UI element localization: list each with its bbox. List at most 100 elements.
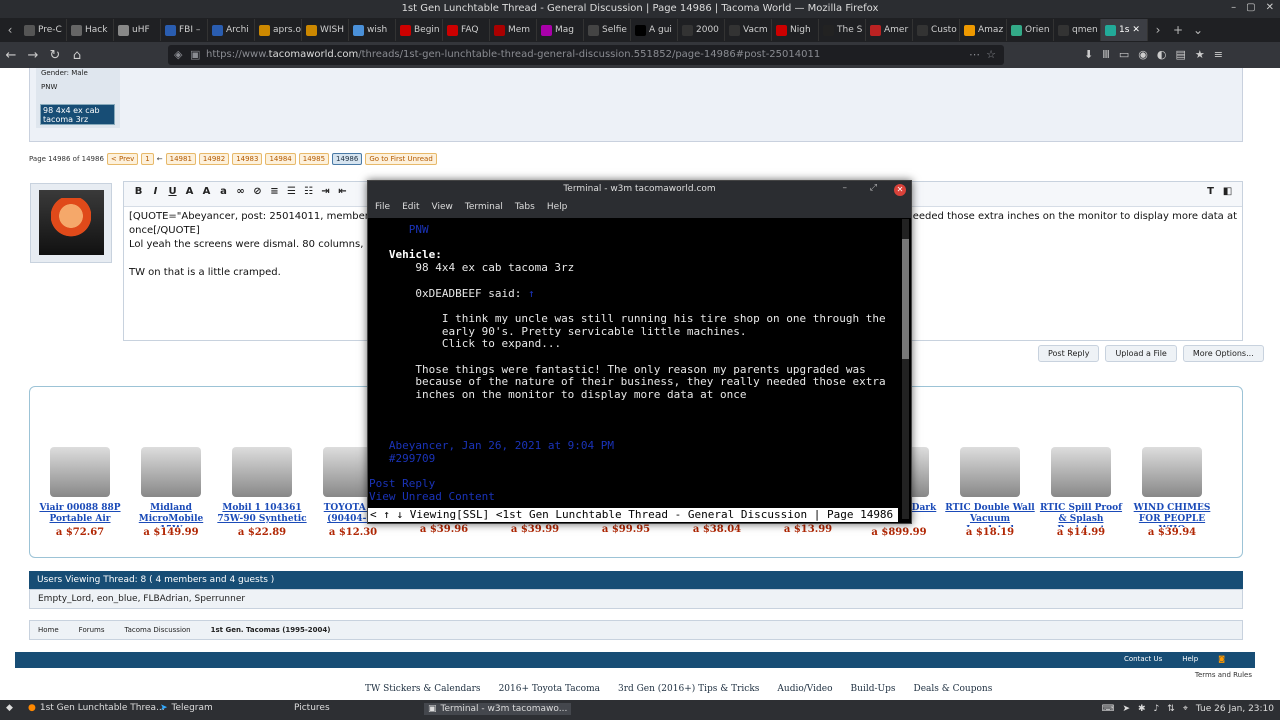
bluetooth-icon[interactable]: ✱ [1138,704,1146,714]
bookmark-star-icon[interactable]: ☆ [986,48,996,61]
new-tab-icon[interactable]: + [1168,23,1188,37]
browser-tab[interactable]: FAQ [443,19,490,41]
save-icon[interactable]: ▤ [1175,48,1185,61]
more-options-button[interactable]: More Options... [1182,345,1264,362]
product-card[interactable]: RTIC Double Wall Vacuum Insulateda $18.1… [945,447,1035,538]
jump-back-icon[interactable]: ← [157,155,163,163]
product-image[interactable] [1051,447,1111,497]
reload-icon[interactable]: ↻ [44,48,66,63]
terminal-menu-file[interactable]: File [375,202,390,215]
font-size-icon[interactable]: A [200,186,213,202]
product-name[interactable]: RTIC Double Wall Vacuum Insulated [945,503,1035,527]
browser-tab[interactable]: Vacm [725,19,772,41]
outdent-icon[interactable]: ⇤ [336,186,349,202]
product-name[interactable]: Mobil 1 104361 75W-90 Synthetic [217,503,307,527]
viewers-list[interactable]: Empty_Lord, eon_blue, FLBAdrian, Sperrun… [29,589,1243,609]
terminal-window[interactable]: Terminal - w3m tacomaworld.com – ⤢ ✕ Fil… [367,180,912,524]
page-link[interactable]: 14985 [298,153,330,165]
unlink-icon[interactable]: ⊘ [251,186,264,202]
product-name[interactable]: Midland MicroMobile 15W [126,503,216,527]
browser-tab[interactable]: Amer [866,19,913,41]
terminal-window-controls[interactable]: – ⤢ [842,183,887,193]
extension-icon[interactable]: ◉ [1138,48,1148,61]
product-name[interactable]: RTIC Spill Proof & Splash Resistant [1036,503,1126,527]
browser-tab[interactable]: Orien [1007,19,1054,41]
location-icon[interactable]: ⌖ [1183,704,1188,714]
browser-tab[interactable]: Hack [67,19,114,41]
terminal-menu-help[interactable]: Help [547,202,568,215]
font-family-icon[interactable]: a [217,186,230,202]
browser-tab[interactable]: Mag [537,19,584,41]
telegram-tray-icon[interactable]: ➤ [1122,704,1130,714]
remove-format-icon[interactable]: T [1204,186,1217,202]
home-icon[interactable]: ⌂ [66,48,88,63]
minimize-icon[interactable]: – [1231,2,1236,13]
volume-icon[interactable]: ♪ [1154,704,1160,714]
page-link[interactable]: 14986 [332,153,363,165]
back-icon[interactable]: ← [0,48,22,63]
page-link[interactable]: 14984 [265,153,296,165]
product-card[interactable]: Viair 00088 88P Portable Air a $72.67 [35,447,125,538]
help-link[interactable]: Help [1182,655,1198,663]
page-actions-icon[interactable]: ⋯ [969,48,980,61]
browser-tab[interactable]: Archi [208,19,255,41]
taskbar-pictures[interactable]: Pictures [294,703,330,713]
first-unread-button[interactable]: Go to First Unread [365,153,437,165]
tab-scroll-right-icon[interactable]: › [1148,23,1168,37]
italic-icon[interactable]: I [149,186,162,202]
link-icon[interactable]: ∞ [234,186,247,202]
page-link[interactable]: 14983 [232,153,263,165]
terminal-menu-tabs[interactable]: Tabs [515,202,535,215]
browser-tab[interactable]: Mem [490,19,537,41]
product-image[interactable] [141,447,201,497]
terminal-menu-edit[interactable]: Edit [402,202,419,215]
url-bar[interactable]: ◈ ▣ https://www.tacomaworld.com/threads/… [168,45,1004,65]
product-image[interactable] [960,447,1020,497]
browser-tab[interactable]: Begin [396,19,443,41]
underline-icon[interactable]: U [166,186,179,202]
taskbar-telegram[interactable]: ➤ Telegram [160,703,213,713]
product-name[interactable]: Viair 00088 88P Portable Air [35,503,125,527]
footer-link[interactable]: 3rd Gen (2016+) Tips & Tricks [618,684,759,694]
term-quote-link[interactable]: ↑ [528,287,535,300]
keyboard-icon[interactable]: ⌨ [1101,704,1114,714]
browser-tab[interactable]: Pre-C [20,19,67,41]
shield-icon[interactable]: ◈ [174,48,182,61]
terminal-menu-terminal[interactable]: Terminal [465,202,503,215]
product-name[interactable]: WIND CHIMES FOR PEOPLE WHO [1127,503,1217,527]
breadcrumb-tacoma-discussion[interactable]: Tacoma Discussion [125,626,191,634]
rss-icon[interactable]: ◙ [1218,655,1225,663]
browser-tab[interactable]: Selfie [584,19,631,41]
tab-scroll-left-icon[interactable]: ‹ [0,23,20,37]
browser-tab[interactable]: qmen [1054,19,1101,41]
browser-tab[interactable]: Amaz [960,19,1007,41]
product-image[interactable] [50,447,110,497]
taskbar-terminal[interactable]: ▣ Terminal - w3m tacomawo... [424,703,572,715]
contact-link[interactable]: Contact Us [1124,655,1162,663]
product-image[interactable] [232,447,292,497]
product-card[interactable]: Midland MicroMobile 15Wa $149.99 [126,447,216,538]
footer-link[interactable]: Build-Ups [851,684,896,694]
taskbar-firefox[interactable]: ● 1st Gen Lunchtable Threa... [28,703,165,713]
menu-icon[interactable]: ≡ [1214,48,1223,61]
tab-list-icon[interactable]: ⌄ [1188,23,1208,37]
breadcrumb-forums[interactable]: Forums [79,626,105,634]
bold-icon[interactable]: B [132,186,145,202]
browser-tab[interactable]: The S [819,19,866,41]
term-post-number[interactable]: #299709 [389,452,435,465]
library-icon[interactable]: Ⅲ [1102,48,1110,61]
sidebar-icon[interactable]: ▭ [1119,48,1129,61]
upload-file-button[interactable]: Upload a File [1105,345,1177,362]
close-icon[interactable]: ✕ [1266,2,1274,13]
browser-tab[interactable]: 1s ✕ [1101,19,1148,41]
download-icon[interactable]: ⬇ [1084,48,1093,61]
terminal-close-icon[interactable]: ✕ [894,184,906,196]
post-reply-button[interactable]: Post Reply [1038,345,1100,362]
breadcrumb-home[interactable]: Home [38,626,59,634]
browser-tab[interactable]: 2000 [678,19,725,41]
footer-link[interactable]: 2016+ Toyota Tacoma [499,684,600,694]
term-post-meta[interactable]: Abeyancer, Jan 26, 2021 at 9:04 PM [389,439,614,452]
product-card[interactable]: WIND CHIMES FOR PEOPLE WHOa $39.94 [1127,447,1217,538]
footer-link[interactable]: TW Stickers & Calendars [365,684,481,694]
terminal-menu-view[interactable]: View [432,202,453,215]
